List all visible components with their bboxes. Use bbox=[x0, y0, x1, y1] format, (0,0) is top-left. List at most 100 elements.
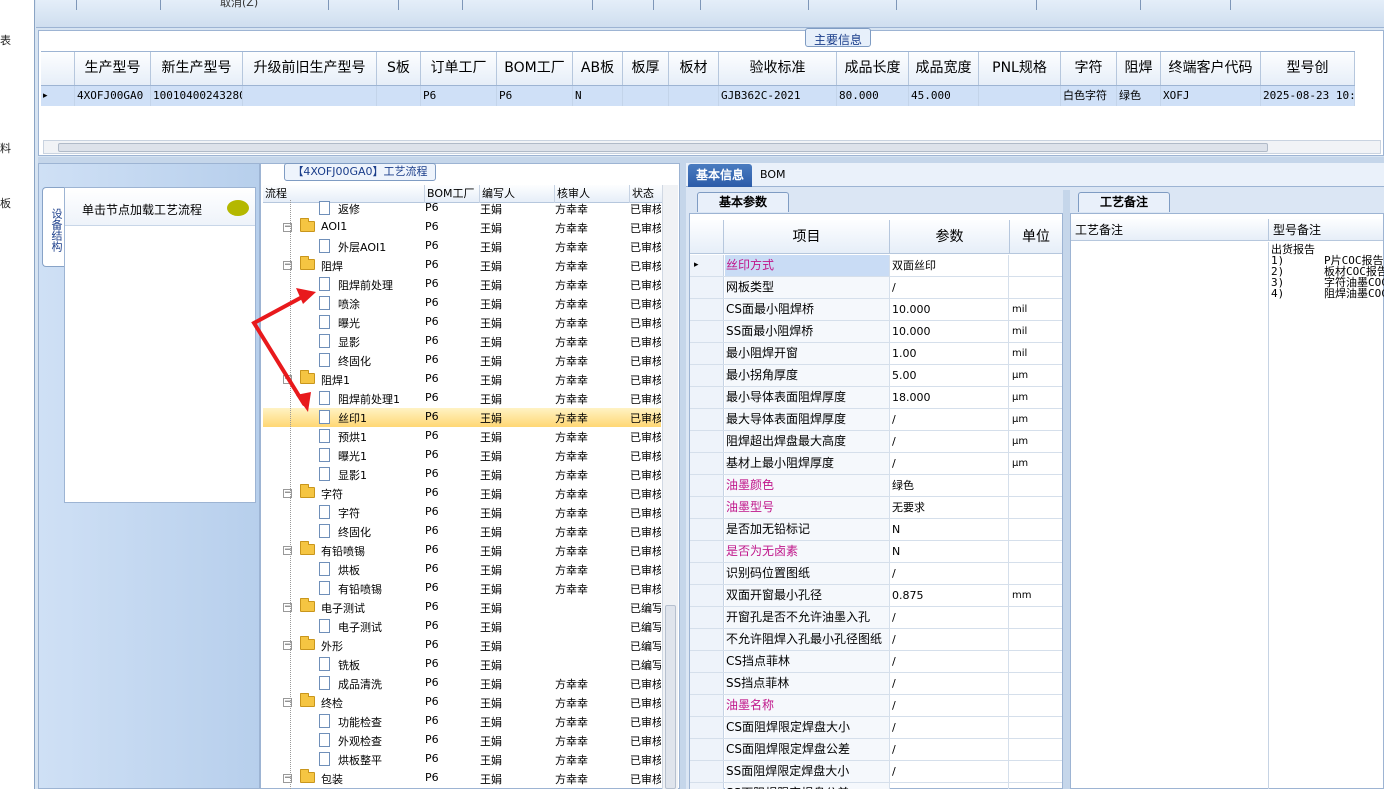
param-value[interactable]: N bbox=[891, 519, 1009, 540]
param-value[interactable]: / bbox=[891, 739, 1009, 760]
param-value[interactable]: 0.875 bbox=[891, 585, 1009, 606]
param-row[interactable]: 油墨颜色 绿色 bbox=[690, 475, 1062, 497]
param-value[interactable]: / bbox=[891, 409, 1009, 430]
tree-row[interactable]: − 有铅喷锡 P6 王娟 方幸幸 已审核 bbox=[263, 541, 661, 560]
tree-row[interactable]: 电子测试 P6 王娟 已编写 bbox=[263, 617, 661, 636]
tree-row[interactable]: − 外形 P6 王娟 已编写 bbox=[263, 636, 661, 655]
tree-row[interactable]: 烘板 P6 王娟 方幸幸 已审核 bbox=[263, 560, 661, 579]
main-col-header[interactable]: 验收标准 bbox=[719, 52, 837, 85]
tree-row[interactable]: 显影 P6 王娟 方幸幸 已审核 bbox=[263, 332, 661, 351]
tree-row[interactable]: 预烘1 P6 王娟 方幸幸 已审核 bbox=[263, 427, 661, 446]
model-notes-text[interactable]: 出货报告 1) P片COC报告 2) 板材COC报告 3) 字符油墨COC 4)… bbox=[1271, 244, 1384, 299]
param-row[interactable]: SS挡点菲林 / bbox=[690, 673, 1062, 695]
main-info-row[interactable]: ▸ 4XOFJ00GA0 10010400243280 P6 P6 N GJB362C-20… bbox=[41, 86, 1355, 106]
main-col-header[interactable]: 字符 bbox=[1061, 52, 1117, 85]
tree-row[interactable]: 曝光 P6 王娟 方幸幸 已审核 bbox=[263, 313, 661, 332]
param-value[interactable]: 双面丝印 bbox=[891, 255, 1009, 276]
process-notes-area[interactable] bbox=[1071, 242, 1269, 789]
main-col-header[interactable]: 成品宽度 bbox=[909, 52, 979, 85]
tree-row[interactable]: − 终检 P6 王娟 方幸幸 已审核 bbox=[263, 693, 661, 712]
node-hint-header[interactable]: 单击节点加载工艺流程 bbox=[65, 188, 255, 226]
main-col-header[interactable]: 终端客户代码 bbox=[1161, 52, 1261, 85]
param-row[interactable]: CS面最小阻焊桥 10.000 mil bbox=[690, 299, 1062, 321]
param-row[interactable]: 油墨名称 / bbox=[690, 695, 1062, 717]
main-cell[interactable] bbox=[979, 86, 1061, 106]
param-value[interactable]: / bbox=[891, 607, 1009, 628]
process-tree-scrollbar[interactable] bbox=[662, 185, 678, 789]
param-value[interactable]: 1.00 bbox=[891, 343, 1009, 364]
main-col-header[interactable]: PNL规格 bbox=[979, 52, 1061, 85]
main-cell[interactable]: XOFJ bbox=[1161, 86, 1261, 106]
tree-row[interactable]: − 电子测试 P6 王娟 已编写 bbox=[263, 598, 661, 617]
param-row[interactable]: 网板类型 / bbox=[690, 277, 1062, 299]
tree-row[interactable]: 曝光1 P6 王娟 方幸幸 已审核 bbox=[263, 446, 661, 465]
vertical-tab-structure[interactable]: 设备结构 bbox=[42, 187, 64, 267]
param-row[interactable]: CS面阻焊限定焊盘公差 / bbox=[690, 739, 1062, 761]
tree-row[interactable]: − 包装 P6 王娟 方幸幸 已审核 bbox=[263, 769, 661, 788]
param-value[interactable]: / bbox=[891, 695, 1009, 716]
param-row[interactable]: CS挡点菲林 / bbox=[690, 651, 1062, 673]
tree-row[interactable]: 铣板 P6 王娟 已编写 bbox=[263, 655, 661, 674]
main-col-header[interactable]: BOM工厂 bbox=[497, 52, 573, 85]
param-row[interactable]: 是否加无铅标记 N bbox=[690, 519, 1062, 541]
param-value[interactable]: N bbox=[891, 541, 1009, 562]
main-cell[interactable] bbox=[623, 86, 669, 106]
cancel-button[interactable]: 取消(Z) bbox=[220, 0, 258, 10]
param-row[interactable]: 基材上最小阻焊厚度 / μm bbox=[690, 453, 1062, 475]
param-value[interactable]: 18.000 bbox=[891, 387, 1009, 408]
scroll-thumb[interactable] bbox=[665, 605, 676, 789]
param-row[interactable]: 油墨型号 无要求 bbox=[690, 497, 1062, 519]
param-row[interactable]: 不允许阻焊入孔最小孔径图纸 / bbox=[690, 629, 1062, 651]
main-cell[interactable] bbox=[243, 86, 377, 106]
main-col-header[interactable]: 板厚 bbox=[623, 52, 669, 85]
main-cell[interactable]: P6 bbox=[421, 86, 497, 106]
param-row[interactable]: 识别码位置图纸 / bbox=[690, 563, 1062, 585]
param-value[interactable]: / bbox=[891, 761, 1009, 782]
param-value[interactable]: / bbox=[891, 453, 1009, 474]
param-row[interactable]: 最大导体表面阻焊厚度 / μm bbox=[690, 409, 1062, 431]
param-value[interactable]: 10.000 bbox=[891, 299, 1009, 320]
param-row[interactable]: 开窗孔是否不允许油墨入孔 / bbox=[690, 607, 1062, 629]
main-cell[interactable]: 80.000 bbox=[837, 86, 909, 106]
main-col-header[interactable]: 升级前旧生产型号 bbox=[243, 52, 377, 85]
param-value[interactable]: / bbox=[891, 673, 1009, 694]
tree-row[interactable]: 返修 P6 王娟 方幸幸 已审核 bbox=[263, 199, 661, 218]
param-row[interactable]: SS面最小阻焊桥 10.000 mil bbox=[690, 321, 1062, 343]
param-value[interactable]: / bbox=[891, 717, 1009, 738]
param-value[interactable]: 5.00 bbox=[891, 365, 1009, 386]
tree-row[interactable]: 阻焊前处理 P6 王娟 方幸幸 已审核 bbox=[263, 275, 661, 294]
main-cell[interactable] bbox=[377, 86, 421, 106]
tree-row[interactable]: 烘板整平 P6 王娟 方幸幸 已审核 bbox=[263, 750, 661, 769]
tree-row[interactable]: 终固化 P6 王娟 方幸幸 已审核 bbox=[263, 351, 661, 370]
tree-row[interactable]: 终固化 P6 王娟 方幸幸 已审核 bbox=[263, 522, 661, 541]
tree-row[interactable]: 成品清洗 P6 王娟 方幸幸 已审核 bbox=[263, 674, 661, 693]
param-row[interactable]: SS面阻焊限定焊盘公差/ bbox=[690, 783, 1062, 789]
param-value[interactable]: / bbox=[891, 431, 1009, 452]
main-col-header[interactable]: 订单工厂 bbox=[421, 52, 497, 85]
param-row[interactable]: ▸ 丝印方式 双面丝印 bbox=[690, 255, 1062, 277]
tree-row[interactable]: 喷涂 P6 王娟 方幸幸 已审核 bbox=[263, 294, 661, 313]
param-value[interactable]: / bbox=[891, 629, 1009, 650]
scroll-thumb[interactable] bbox=[58, 143, 1268, 152]
tab-bom[interactable]: BOM bbox=[760, 168, 786, 181]
param-row[interactable]: CS面阻焊限定焊盘大小 / bbox=[690, 717, 1062, 739]
tree-row[interactable]: − 字符 P6 王娟 方幸幸 已审核 bbox=[263, 484, 661, 503]
main-cell[interactable]: P6 bbox=[497, 86, 573, 106]
main-col-header[interactable]: 阻焊 bbox=[1117, 52, 1161, 85]
param-value[interactable]: 绿色 bbox=[891, 475, 1009, 496]
param-row[interactable]: 最小导体表面阻焊厚度 18.000 μm bbox=[690, 387, 1062, 409]
main-cell[interactable] bbox=[669, 86, 719, 106]
vertical-splitter-2[interactable] bbox=[1063, 190, 1070, 789]
tree-row[interactable]: − 阻焊1 P6 王娟 方幸幸 已审核 bbox=[263, 370, 661, 389]
param-value[interactable]: 无要求 bbox=[891, 497, 1009, 518]
main-cell[interactable]: 10010400243280 bbox=[151, 86, 243, 106]
param-value[interactable]: / bbox=[891, 651, 1009, 672]
param-row[interactable]: 双面开窗最小孔径 0.875 mm bbox=[690, 585, 1062, 607]
param-row[interactable]: 最小阻焊开窗 1.00 mil bbox=[690, 343, 1062, 365]
tab-basic-info[interactable]: 基本信息 bbox=[688, 164, 752, 187]
main-cell[interactable]: 4XOFJ00GA0 bbox=[75, 86, 151, 106]
param-value[interactable]: / bbox=[891, 783, 1009, 789]
param-value[interactable]: / bbox=[891, 277, 1009, 298]
tree-row[interactable]: 显影1 P6 王娟 方幸幸 已审核 bbox=[263, 465, 661, 484]
main-info-hscrollbar[interactable] bbox=[43, 140, 1381, 154]
